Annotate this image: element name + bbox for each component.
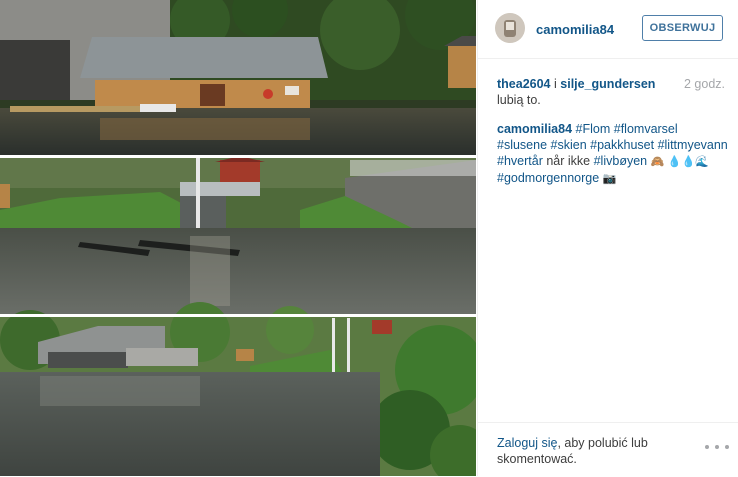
caption-author[interactable]: camomilia84 [497, 122, 572, 136]
likes-text: thea2604 i silje_gundersen lubią to. [497, 76, 677, 108]
monkey-emoji-icon: 🙈 [650, 155, 665, 168]
hashtag-skien[interactable]: #skien [551, 138, 587, 152]
like-user-1[interactable]: thea2604 [497, 77, 551, 91]
post-footer: Zaloguj się, aby polubić lub skomentować… [478, 422, 738, 477]
caption-plain-text: når ikke [546, 154, 591, 168]
post-photo[interactable] [0, 0, 476, 476]
hashtag-pakkhuset[interactable]: #pakkhuset [590, 138, 654, 152]
water-emoji-icon: 💧💧🌊 [667, 155, 709, 168]
photo-panel-middle [0, 156, 476, 314]
photo-panel-top [0, 0, 476, 155]
hashtag-flom[interactable]: #Flom [576, 122, 611, 136]
photo-panel-bottom [0, 302, 476, 476]
post-header: camomilia84 OBSERWUJ [478, 0, 738, 59]
hashtag-littmyevann[interactable]: #littmyevann [658, 138, 728, 152]
more-options-icon[interactable] [705, 441, 729, 453]
login-link[interactable]: Zaloguj się [497, 436, 557, 450]
collage-image [0, 0, 476, 476]
hashtag-livboyen[interactable]: #livbøyen [594, 154, 648, 168]
hashtag-flomvarsel[interactable]: #flomvarsel [614, 122, 678, 136]
avatar[interactable] [495, 13, 525, 43]
follow-button[interactable]: OBSERWUJ [642, 15, 723, 41]
dot-icon [715, 445, 719, 449]
post-time[interactable]: 2 godz. [684, 77, 725, 91]
post-caption: camomilia84 #Flom #flomvarsel #slusene #… [497, 121, 729, 187]
likes-suffix: lubią to. [497, 93, 541, 107]
hashtag-godmorgennorge[interactable]: #godmorgennorge [497, 171, 599, 185]
dot-icon [725, 445, 729, 449]
login-prompt: Zaloguj się, aby polubić lub skomentować… [497, 435, 677, 467]
dot-icon [705, 445, 709, 449]
avatar-image [495, 13, 525, 43]
header-username[interactable]: camomilia84 [536, 22, 614, 37]
camera-emoji-icon: 📷 [602, 172, 617, 185]
like-user-2[interactable]: silje_gundersen [560, 77, 655, 91]
likes-conjunction: i [554, 77, 557, 91]
hashtag-slusene[interactable]: #slusene [497, 138, 547, 152]
hashtag-hvertar[interactable]: #hvertår [497, 154, 543, 168]
post-sidebar: camomilia84 OBSERWUJ thea2604 i silje_gu… [477, 0, 738, 476]
